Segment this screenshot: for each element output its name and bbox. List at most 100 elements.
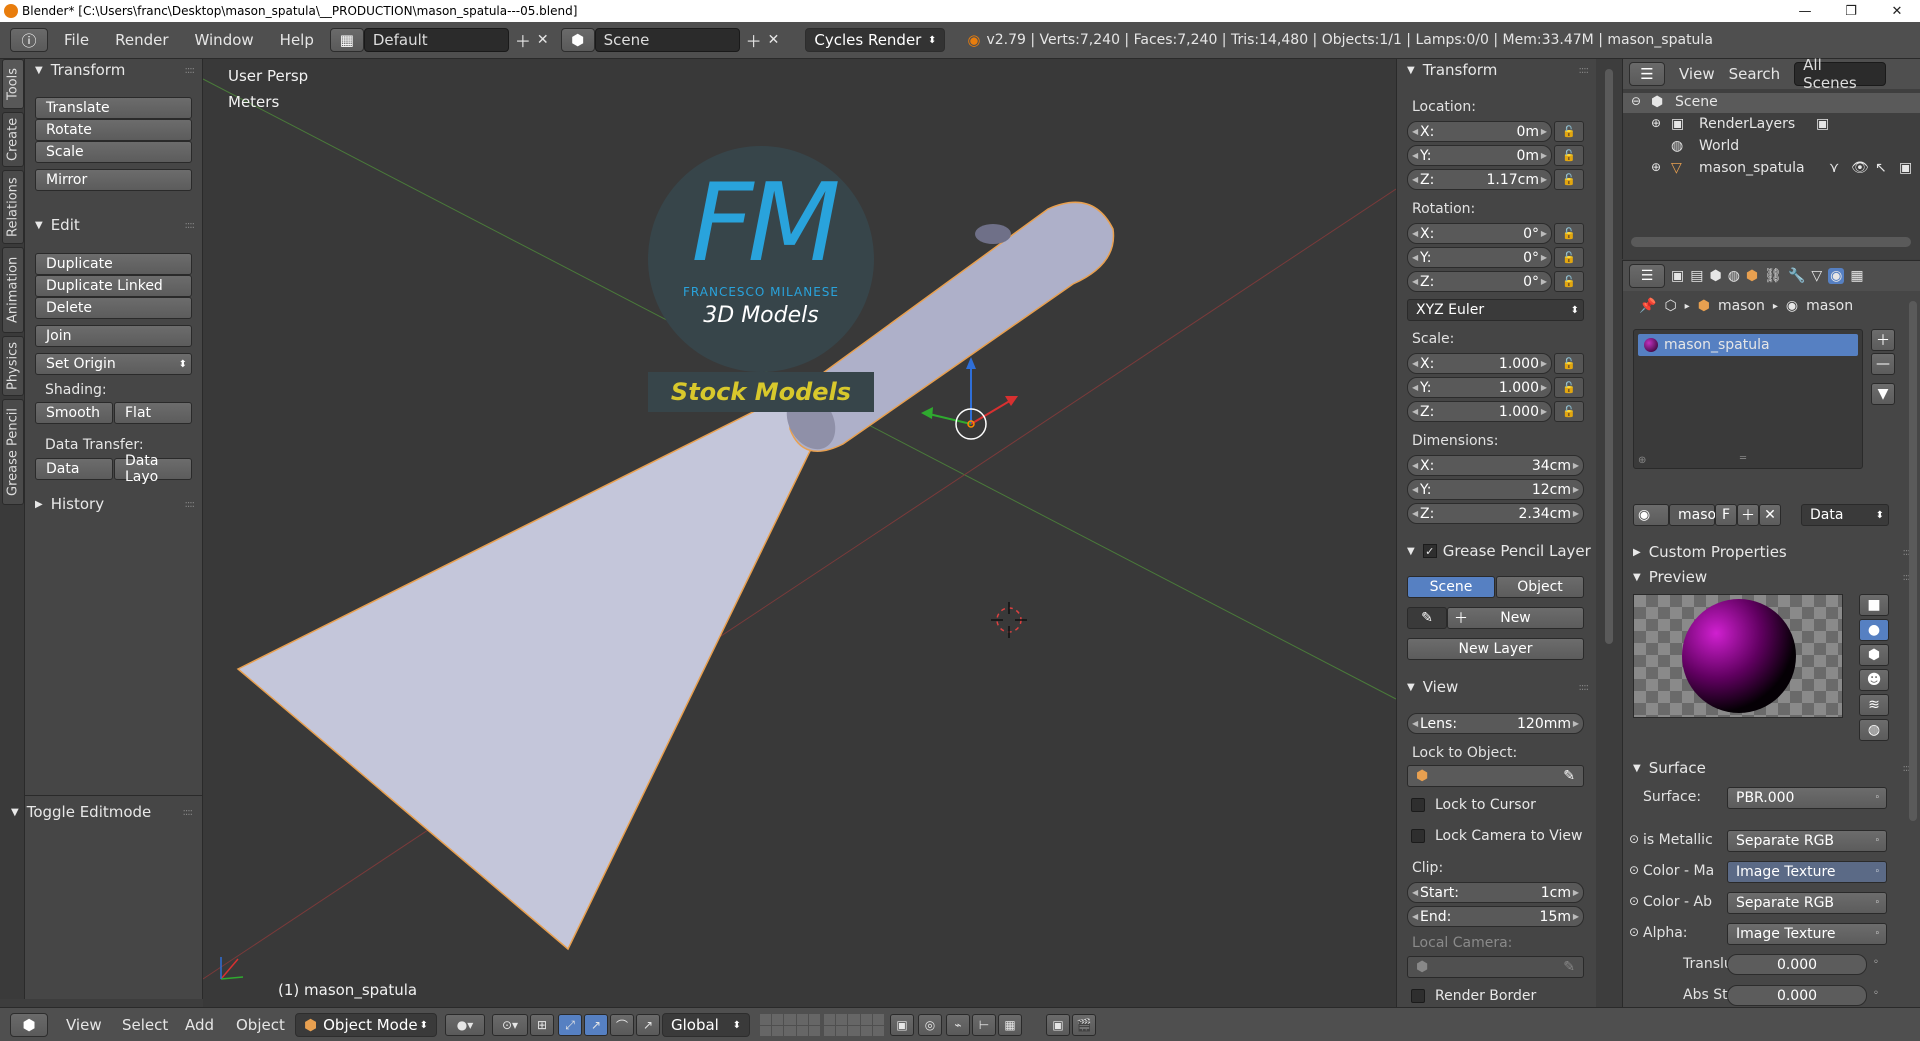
rotation-y-field[interactable]: ◀ Y: 0° ▶ [1407,247,1552,268]
input-color-ma-select[interactable]: Image Texture ◦ [1727,861,1887,883]
add-layout-icon[interactable]: ＋ [515,28,531,52]
lock-icon[interactable]: 🔓 [1554,401,1584,422]
node-link-icon[interactable]: ◦ [1873,988,1879,999]
drag-grip-icon[interactable]: :::: [1579,65,1590,76]
texture-tab-icon[interactable]: ▦ [1850,268,1863,284]
delete-button[interactable]: Delete [35,297,192,319]
collapse-icon[interactable]: ⊖ [1631,94,1641,108]
material-name-field[interactable]: maso [1669,504,1716,526]
outliner-row-mason-spatula[interactable]: ⊕ ▽ mason_spatula ⋎ 👁 ↖ ▣ [1623,159,1920,179]
tab-animation[interactable]: Animation [2,247,24,333]
modifiers-tab-icon[interactable]: 🔧 [1788,268,1805,284]
grease-pencil-layer-header[interactable]: ▼ ✓ Grease Pencil Layer [1397,540,1596,562]
3d-cursor-icon[interactable] [991,602,1027,638]
list-filter-icon[interactable]: ⊕ [1638,455,1646,466]
layer-lock-icon[interactable]: ▣ [890,1014,914,1036]
grease-object-button[interactable]: Object [1496,576,1584,598]
outliner-row-scene[interactable]: ⊖ ⬢ Scene [1623,93,1920,113]
constraints-tab-icon[interactable]: ⛓ [1764,268,1782,284]
lock-icon[interactable]: 🔓 [1554,145,1584,166]
manipulator-rotate-icon[interactable]: ↗ [584,1014,608,1036]
rotation-z-field[interactable]: ◀ Z: 0° ▶ [1407,271,1552,292]
layout-name-field[interactable]: Default [363,28,509,52]
tab-create[interactable]: Create [2,112,24,167]
outliner-view-menu[interactable]: View [1679,65,1715,83]
renderlayers-tab-icon[interactable]: ▤ [1690,268,1703,284]
interaction-mode-select[interactable]: ⬢ Object Mode ⬍ [295,1013,437,1037]
preview-world-icon[interactable]: ◍ [1859,719,1889,741]
gizmo-x-arrow-icon[interactable] [1005,396,1018,406]
material-slot-item[interactable]: mason_spatula [1638,334,1858,356]
add-material-slot-button[interactable]: ＋ [1871,329,1895,351]
lock-object-field[interactable]: ⬢ ✎ [1407,765,1584,787]
outliner-scrollbar[interactable] [1631,237,1911,247]
preview-cube-icon[interactable]: ⬢ [1859,644,1889,666]
scale-x-field[interactable]: ◀ X: 1.000 ▶ [1407,353,1552,374]
preview-header[interactable]: ▼ Preview :::: [1623,566,1920,588]
duplicate-linked-button[interactable]: Duplicate Linked [35,275,192,297]
menu-render[interactable]: Render [105,31,178,49]
viewport-shading-icon[interactable]: ●▾ [445,1014,485,1036]
history-panel-header[interactable]: ▶ History :::: [25,493,202,515]
duplicate-button[interactable]: Duplicate [35,253,192,275]
layout-selector-button[interactable]: ▦ [329,28,364,52]
rotation-mode-select[interactable]: XYZ Euler ⬍ [1407,299,1584,321]
menu-window[interactable]: Window [185,31,264,49]
transform-panel-header[interactable]: ▼ Transform :::: [25,59,202,81]
pivot-point-icon[interactable]: ⊙▾ [492,1014,528,1036]
eyedropper-icon[interactable]: ✎ [1563,959,1575,975]
add-scene-icon[interactable]: ＋ [746,28,762,52]
view-menu[interactable]: View [66,1016,102,1034]
render-border-checkbox[interactable] [1411,989,1425,1003]
data-layout-button[interactable]: Data Layo [114,453,192,485]
custom-properties-header[interactable]: ▶ Custom Properties :::: [1623,541,1920,563]
lock-icon[interactable]: 🔓 [1554,223,1584,244]
remove-layout-icon[interactable]: ✕ [537,32,549,48]
lock-icon[interactable]: 🔓 [1554,353,1584,374]
toggle-editmode-header[interactable]: ▼ Toggle Editmode :::: [11,801,193,823]
new-layer-button[interactable]: New Layer [1407,638,1584,660]
render-engine-select[interactable]: Cycles Render ⬍ [805,28,946,52]
rotate-button[interactable]: Rotate [35,119,192,141]
new-material-icon[interactable]: ＋ [1737,504,1759,526]
translucency-slider[interactable]: 0.000 [1727,954,1867,975]
gizmo-x-axis[interactable] [970,398,1014,425]
grease-new-button[interactable]: ＋ New [1447,607,1584,629]
spatula-blade[interactable] [236,391,829,951]
tab-grease-pencil[interactable]: Grease Pencil [2,399,24,505]
drag-grip-icon[interactable]: :::: [1579,682,1590,693]
dimensions-x-field[interactable]: ◀ X: 34cm ▶ [1407,455,1584,476]
add-menu[interactable]: Add [185,1016,214,1034]
input-expand-icon[interactable]: ⊙ [1629,925,1639,939]
scene-tab-icon[interactable]: ⬢ [1709,268,1721,284]
render-tab-icon[interactable]: ▣ [1671,268,1684,284]
drag-grip-icon[interactable]: :::: [185,65,196,76]
pin-icon[interactable]: 📌 [1639,298,1656,314]
link-data-select[interactable]: Data ⬍ [1801,504,1889,526]
scale-z-field[interactable]: ◀ Z: 1.000 ▶ [1407,401,1552,422]
manipulator-arc-icon[interactable]: ⌒ [610,1014,634,1036]
manipulator-toggle-icon[interactable]: ⊞ [530,1014,554,1036]
data-button[interactable]: Data [35,458,113,480]
scene-name-field[interactable]: Scene [594,28,740,52]
lock-to-cursor-checkbox[interactable] [1411,798,1425,812]
snap-element-icon[interactable]: ⊢ [972,1014,996,1036]
proportional-edit-icon[interactable]: ◎ [918,1014,942,1036]
dimensions-y-field[interactable]: ◀ Y: 12cm ▶ [1407,479,1584,500]
drag-grip-icon[interactable]: :::: [183,807,194,818]
manipulator-translate-icon[interactable]: ⤢ [558,1014,582,1036]
local-camera-field[interactable]: ⬢ ✎ [1407,956,1584,978]
scale-button[interactable]: Scale [35,141,192,163]
opengl-render-icon[interactable]: ▣ [1046,1014,1070,1036]
maximize-button[interactable]: ❐ [1828,0,1874,22]
gizmo-y-axis[interactable] [928,413,972,425]
scene-selector-button[interactable]: ⬢ [560,28,595,52]
edit-panel-header[interactable]: ▼ Edit :::: [25,214,202,236]
expand-icon[interactable]: ⊕ [1651,160,1661,174]
gizmo-y-arrow-icon[interactable] [921,407,933,419]
outliner-row-renderlayers[interactable]: ⊕ ▣ RenderLayers ▣ [1623,115,1920,135]
viewport-editor-type-button[interactable]: ⬢ [10,1013,48,1037]
display-mode-select[interactable]: All Scenes [1794,56,1887,92]
3d-viewport[interactable]: User Persp Meters (1) mason_spatula FM F… [203,59,1396,1007]
drag-grip-icon[interactable]: :::: [185,220,196,231]
